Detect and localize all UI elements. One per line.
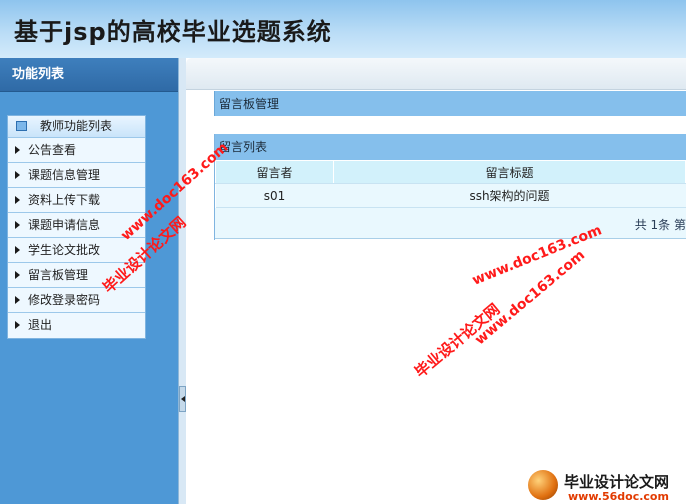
logo-url: www.56doc.com	[568, 490, 669, 503]
sidebar-splitter[interactable]	[178, 58, 186, 504]
sidebar-item-label: 修改登录密码	[28, 293, 101, 307]
message-table: 留言者 留言标题 s01 ssh架构的问题	[215, 160, 686, 208]
sidebar-title: 功能列表	[0, 58, 178, 92]
sidebar-item-label: 留言板管理	[28, 268, 89, 282]
message-list-title: 留言列表	[215, 134, 686, 160]
sidebar-item-announcements[interactable]: 公告查看	[8, 138, 145, 163]
message-list-panel: 留言列表 留言者 留言标题 s01 ssh架构的问题 共 1条 第	[214, 134, 686, 240]
sidebar-item-label: 课题申请信息	[28, 218, 101, 232]
chevron-left-icon	[181, 396, 185, 402]
cell-title[interactable]: ssh架构的问题	[333, 183, 686, 208]
sidebar-item-topic-management[interactable]: 课题信息管理	[8, 163, 145, 188]
logo-ball-icon	[528, 470, 558, 500]
sidebar: 功能列表 教师功能列表 公告查看 课题信息管理 资料上传下载 课题申请信息 学生…	[0, 58, 178, 504]
table-row[interactable]: s01 ssh架构的问题	[215, 183, 686, 208]
breadcrumb: 留言板管理	[219, 97, 280, 111]
app-title: 基于jsp的高校毕业选题系统	[14, 18, 332, 46]
collapse-sidebar-button[interactable]	[179, 386, 186, 412]
breadcrumb-panel: 留言板管理	[214, 91, 686, 116]
app-header: 基于jsp的高校毕业选题系统	[0, 0, 686, 58]
sidebar-item-change-password[interactable]: 修改登录密码	[8, 288, 145, 313]
arrow-right-icon	[15, 246, 20, 254]
sidebar-item-label: 课题信息管理	[28, 168, 101, 182]
menu-folder-icon	[16, 121, 27, 131]
arrow-right-icon	[15, 196, 20, 204]
arrow-right-icon	[15, 171, 20, 179]
arrow-right-icon	[15, 296, 20, 304]
content-topbar	[186, 58, 686, 90]
main-content: 留言板管理 留言列表 留言者 留言标题 s01 ssh架构的问题 共 1条 第	[186, 58, 686, 504]
pager: 共 1条 第	[215, 208, 686, 239]
arrow-right-icon	[15, 321, 20, 329]
sidebar-item-label: 资料上传下载	[28, 193, 101, 207]
sidebar-item-label: 学生论文批改	[28, 243, 101, 257]
pager-text: 共 1条 第	[634, 218, 686, 232]
arrow-right-icon	[15, 146, 20, 154]
column-header-title: 留言标题	[333, 160, 686, 184]
table-header-row: 留言者 留言标题	[215, 160, 686, 184]
menu-header[interactable]: 教师功能列表	[8, 116, 145, 138]
cell-author: s01	[215, 183, 334, 208]
menu-header-label: 教师功能列表	[40, 119, 113, 133]
site-logo: 毕业设计论文网 www.56doc.com	[528, 470, 686, 504]
sidebar-item-logout[interactable]: 退出	[8, 313, 145, 338]
sidebar-item-label: 退出	[28, 318, 53, 332]
logo-name: 毕业设计论文网	[564, 473, 670, 491]
arrow-right-icon	[15, 271, 20, 279]
sidebar-item-file-transfer[interactable]: 资料上传下载	[8, 188, 145, 213]
column-header-author: 留言者	[215, 160, 334, 184]
arrow-right-icon	[15, 221, 20, 229]
sidebar-item-label: 公告查看	[28, 143, 77, 157]
